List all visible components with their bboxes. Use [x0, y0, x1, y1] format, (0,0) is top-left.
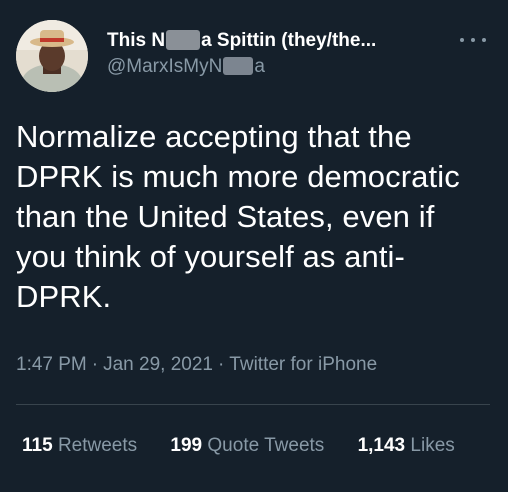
censor-block [166, 30, 201, 50]
quote-tweets-count: 199 [170, 435, 203, 456]
divider [16, 404, 490, 405]
tweet-meta: 1:47 PM · Jan 29, 2021 · Twitter for iPhone [16, 353, 377, 377]
author-avatar[interactable] [16, 20, 88, 92]
tweet-stats: 115 Retweets 199 Quote Tweets 1,143 Like… [22, 434, 455, 458]
author-handle-start: @MarxIsMyN [107, 56, 223, 77]
likes-stat[interactable]: 1,143 Likes [358, 434, 455, 458]
meta-separator: · [217, 354, 225, 375]
retweets-stat[interactable]: 115 Retweets [22, 434, 137, 458]
likes-count: 1,143 [357, 435, 406, 456]
quote-tweets-label: Quote Tweets [207, 435, 325, 456]
quote-tweets-stat[interactable]: 199 Quote Tweets [170, 434, 324, 458]
author-handle[interactable]: @MarxIsMyN a [107, 56, 265, 78]
tweet-time[interactable]: 1:47 PM [16, 354, 87, 375]
author-name[interactable]: This N a Spittin (they/the... [107, 30, 376, 52]
meta-separator: · [91, 354, 99, 375]
more-options-icon[interactable] [460, 34, 486, 46]
tweet-text: Normalize accepting that the DPRK is muc… [16, 119, 460, 314]
avatar-photo-icon [16, 20, 88, 92]
censor-block [223, 57, 254, 75]
retweets-label: Retweets [57, 435, 138, 456]
retweets-count: 115 [22, 435, 53, 456]
tweet-date[interactable]: Jan 29, 2021 [103, 354, 213, 375]
tweet-source[interactable]: Twitter for iPhone [229, 354, 377, 375]
author-name-start: This N [107, 30, 166, 51]
likes-label: Likes [410, 435, 455, 456]
author-handle-end: a [254, 56, 265, 77]
author-name-end: a Spittin (they/the... [201, 30, 377, 51]
